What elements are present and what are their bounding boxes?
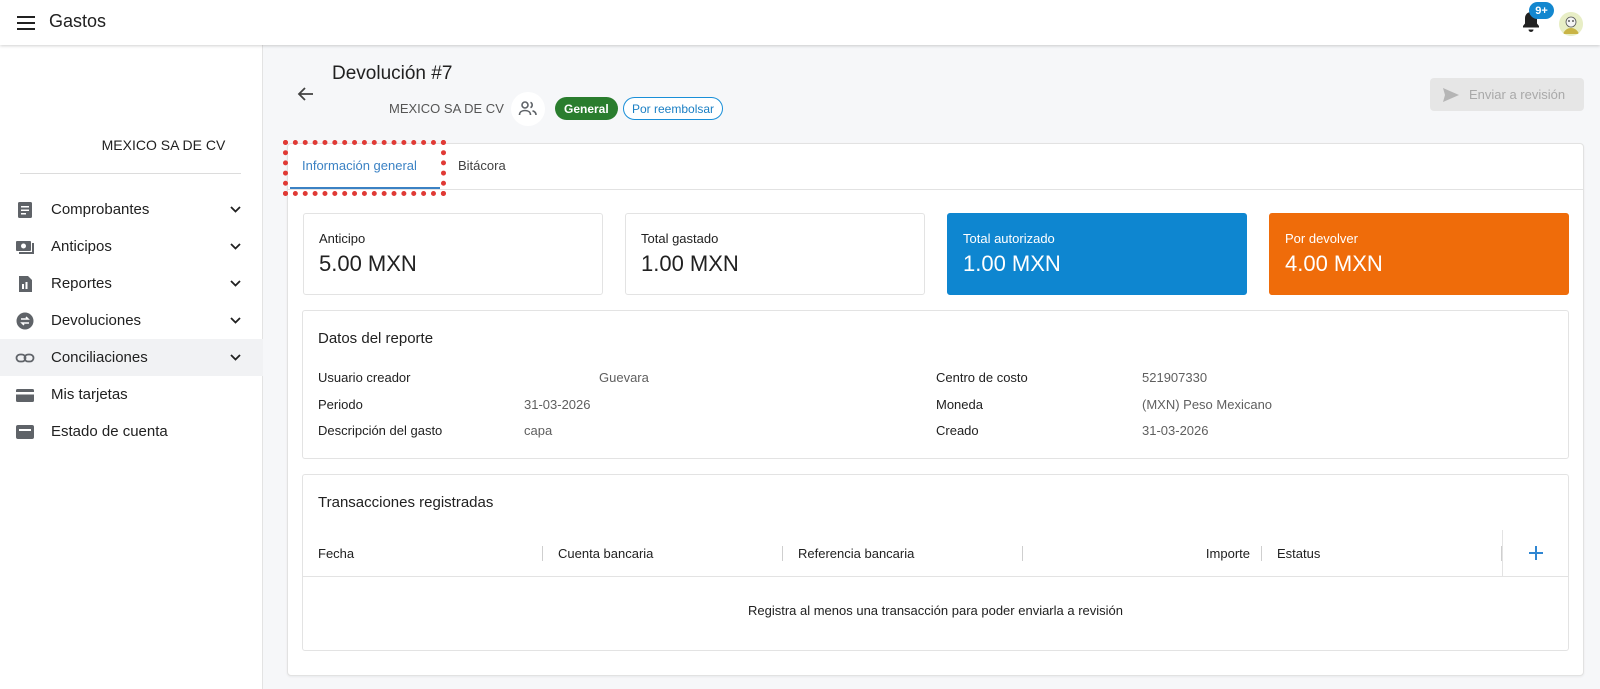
stat-value: 1.00 MXN bbox=[641, 251, 739, 276]
panel-title: Transacciones registradas bbox=[318, 494, 494, 511]
cash-icon bbox=[15, 237, 35, 257]
back-arrow-icon[interactable] bbox=[295, 83, 317, 105]
sidebar-item-devoluciones[interactable]: Devoluciones bbox=[0, 302, 263, 339]
stat-label: Total gastado bbox=[641, 231, 719, 246]
column-header-fecha: Fecha bbox=[318, 546, 355, 561]
sidebar-item-comprobantes[interactable]: Comprobantes bbox=[0, 191, 263, 228]
panel-title: Datos del reporte bbox=[318, 330, 434, 347]
sidebar-item-label: Conciliaciones bbox=[51, 349, 148, 366]
sidebar-company-name: MEXICO SA DE CV bbox=[101, 137, 226, 153]
sidebar-item-estado-de-cuenta[interactable]: Estado de cuenta bbox=[0, 413, 263, 450]
sidebar-item-reportes[interactable]: Reportes bbox=[0, 265, 263, 302]
organization-name: MEXICO SA DE CV bbox=[389, 101, 504, 116]
detail-value: capa bbox=[524, 423, 553, 438]
column-header-referencia-bancaria: Referencia bancaria bbox=[798, 546, 915, 561]
people-icon[interactable] bbox=[511, 92, 545, 126]
plus-icon bbox=[1529, 546, 1543, 560]
column-divider bbox=[1022, 546, 1023, 561]
stat-card-anticipo: Anticipo 5.00 MXN bbox=[303, 213, 603, 295]
sidebar-item-label: Reportes bbox=[51, 275, 112, 292]
report-icon bbox=[15, 274, 35, 294]
exchange-icon bbox=[15, 311, 35, 331]
wallet-icon bbox=[15, 422, 35, 442]
column-divider bbox=[1261, 546, 1262, 561]
stat-value: 4.00 MXN bbox=[1285, 251, 1383, 276]
sidebar-item-label: Estado de cuenta bbox=[51, 423, 168, 440]
stat-card-por-devolver: Por devolver 4.00 MXN bbox=[1269, 213, 1569, 295]
detail-key: Periodo bbox=[318, 397, 363, 412]
avatar[interactable] bbox=[1559, 12, 1583, 36]
sidebar-item-label: Mis tarjetas bbox=[51, 386, 128, 403]
chevron-down-icon[interactable] bbox=[228, 239, 243, 254]
send-button-label: Enviar a revisión bbox=[1469, 87, 1566, 102]
column-header-cuenta-bancaria: Cuenta bancaria bbox=[558, 546, 654, 561]
detail-value: 521907330 bbox=[1142, 370, 1208, 385]
notification-badge: 9+ bbox=[1529, 2, 1554, 19]
status-chip: Por reembolsar bbox=[623, 97, 724, 120]
sidebar-item-mis-tarjetas[interactable]: Mis tarjetas bbox=[0, 376, 263, 413]
detail-key: Centro de costo bbox=[936, 370, 1028, 385]
sidebar-item-label: Anticipos bbox=[51, 238, 112, 255]
stat-label: Total autorizado bbox=[963, 231, 1055, 246]
detail-key: Descripción del gasto bbox=[318, 423, 443, 438]
app-bar: Gastos 9+ bbox=[0, 0, 1600, 45]
sidebar-divider bbox=[20, 173, 241, 174]
send-to-review-button[interactable]: Enviar a revisión bbox=[1430, 78, 1584, 111]
stat-label: Anticipo bbox=[319, 231, 366, 246]
detail-key: Usuario creador bbox=[318, 370, 411, 385]
credit-card-icon bbox=[15, 385, 35, 405]
chevron-down-icon[interactable] bbox=[228, 276, 243, 291]
transactions-panel: Transacciones registradas Fecha Cuenta b… bbox=[302, 474, 1569, 651]
stat-label: Por devolver bbox=[1285, 231, 1358, 246]
sidebar-item-conciliaciones[interactable]: Conciliaciones bbox=[0, 339, 263, 376]
empty-state-message: Registra al menos una transacción para p… bbox=[747, 603, 1124, 618]
stat-card-total-autorizado: Total autorizado 1.00 MXN bbox=[947, 213, 1247, 295]
chevron-down-icon[interactable] bbox=[228, 350, 243, 365]
link-icon bbox=[15, 348, 35, 368]
chevron-down-icon[interactable] bbox=[228, 313, 243, 328]
add-transaction-button[interactable] bbox=[1525, 542, 1547, 564]
stat-card-total-gastado: Total gastado 1.00 MXN bbox=[625, 213, 925, 295]
detail-value: 31-03-2026 bbox=[524, 397, 591, 412]
sidebar-item-label: Comprobantes bbox=[51, 201, 150, 218]
receipt-icon bbox=[15, 200, 35, 220]
detail-key: Moneda bbox=[936, 397, 983, 412]
highlight-annotation bbox=[283, 140, 446, 196]
chevron-down-icon[interactable] bbox=[228, 202, 243, 217]
page-title: Devolución #7 bbox=[332, 63, 453, 84]
column-header-estatus: Estatus bbox=[1277, 546, 1321, 561]
detail-key: Creado bbox=[936, 423, 979, 438]
app-title: Gastos bbox=[49, 11, 107, 31]
action-column-divider bbox=[1502, 530, 1503, 577]
detail-value: 31-03-2026 bbox=[1142, 423, 1209, 438]
send-icon bbox=[1443, 87, 1459, 102]
table-header: Fecha Cuenta bancaria Referencia bancari… bbox=[303, 530, 1568, 577]
column-header-importe: Importe bbox=[1205, 546, 1250, 561]
report-details-panel: Datos del reporte Usuario creador Guevar… bbox=[302, 310, 1569, 459]
stat-value: 1.00 MXN bbox=[963, 251, 1061, 276]
detail-value: (MXN) Peso Mexicano bbox=[1142, 397, 1273, 412]
sidebar-item-label: Devoluciones bbox=[51, 312, 142, 329]
sidebar: MEXICO SA DE CV Comprobantes Anticipos R… bbox=[0, 45, 263, 689]
tab-bitacora[interactable]: Bitácora bbox=[458, 158, 506, 173]
column-divider bbox=[782, 546, 783, 561]
menu-icon[interactable] bbox=[14, 11, 38, 35]
type-chip: General bbox=[555, 97, 618, 120]
stat-value: 5.00 MXN bbox=[319, 251, 417, 276]
sidebar-item-anticipos[interactable]: Anticipos bbox=[0, 228, 263, 265]
column-divider bbox=[542, 546, 543, 561]
detail-value: Guevara bbox=[599, 370, 649, 385]
